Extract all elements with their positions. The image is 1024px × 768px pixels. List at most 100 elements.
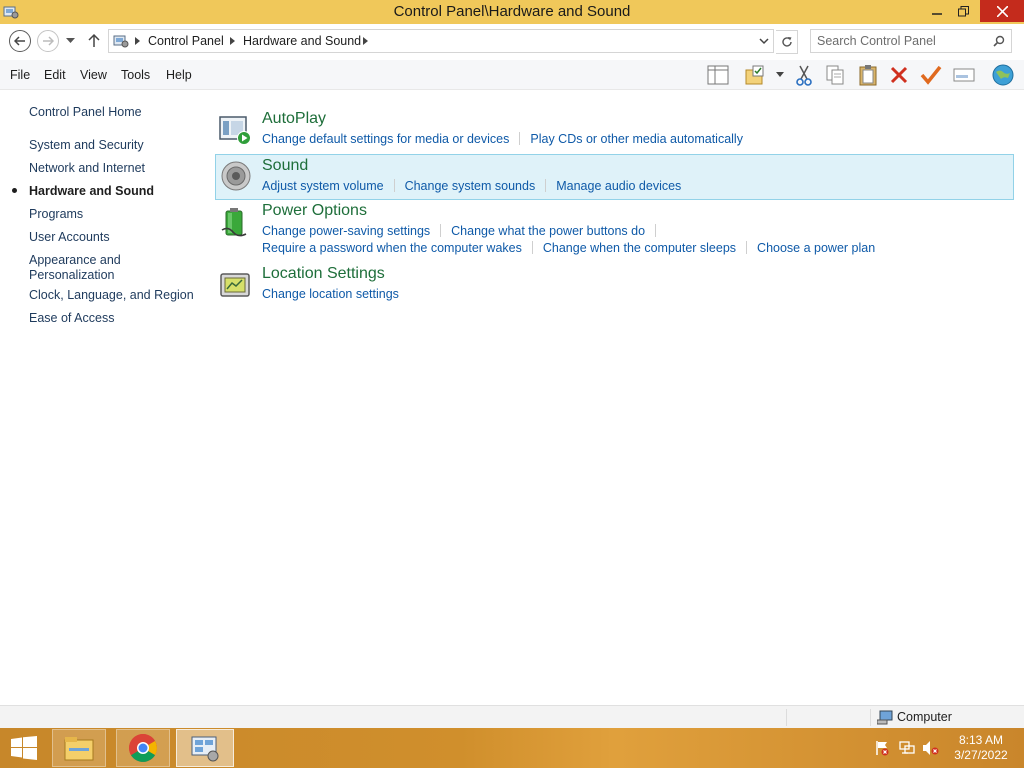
up-arrow-icon[interactable] xyxy=(88,33,100,47)
taskbar-chrome[interactable] xyxy=(116,729,170,767)
address-dropdown-icon[interactable] xyxy=(759,38,769,45)
taskbar-control-panel[interactable] xyxy=(176,729,234,767)
link-change-location-settings[interactable]: Change location settings xyxy=(262,287,399,301)
paste-button[interactable] xyxy=(855,63,881,87)
cut-button[interactable] xyxy=(791,63,817,87)
clock-date: 3/27/2022 xyxy=(954,748,1008,762)
layout-pane-button[interactable] xyxy=(705,63,731,87)
start-button[interactable] xyxy=(0,729,48,767)
copy-button[interactable] xyxy=(822,63,848,87)
link-require-password-on-wake[interactable]: Require a password when the computer wak… xyxy=(262,241,522,255)
windows-logo-icon xyxy=(11,736,37,760)
breadcrumb-chevron-icon[interactable] xyxy=(135,37,140,45)
category-power-options: Power Options Change power-saving settin… xyxy=(215,200,1014,260)
file-explorer-icon xyxy=(64,737,94,761)
breadcrumb-chevron-icon[interactable] xyxy=(230,37,235,45)
close-button[interactable] xyxy=(980,0,1024,22)
nav-system-and-security[interactable]: System and Security xyxy=(29,138,144,153)
category-sound: Sound Adjust system volume Change system … xyxy=(215,154,1014,200)
paste-icon xyxy=(859,65,877,86)
breadcrumb-chevron-icon[interactable] xyxy=(363,37,368,45)
globe-button[interactable] xyxy=(990,63,1016,87)
autoplay-icon xyxy=(219,116,251,145)
folder-options-button[interactable] xyxy=(742,63,768,87)
menu-view[interactable]: View xyxy=(80,68,107,82)
back-button[interactable] xyxy=(9,30,31,52)
speaker-icon xyxy=(221,161,251,191)
nav-clock-language-region[interactable]: Clock, Language, and Region xyxy=(29,288,194,303)
link-change-system-sounds[interactable]: Change system sounds xyxy=(405,179,536,193)
link-separator xyxy=(746,241,748,254)
menu-file[interactable]: File xyxy=(10,68,30,82)
apply-button[interactable] xyxy=(918,63,944,87)
location-device-icon xyxy=(220,273,250,297)
chrome-icon xyxy=(129,734,157,762)
network-icon[interactable] xyxy=(898,740,916,756)
window-title: Control Panel\Hardware and Sound xyxy=(393,3,631,20)
link-change-power-buttons[interactable]: Change what the power buttons do xyxy=(451,224,645,238)
nav-appearance-line2: Personalization xyxy=(29,268,115,282)
link-separator xyxy=(655,224,657,237)
menu-help[interactable]: Help xyxy=(166,68,192,82)
link-manage-audio-devices[interactable]: Manage audio devices xyxy=(556,179,681,193)
link-change-power-saving-settings[interactable]: Change power-saving settings xyxy=(262,224,430,238)
breadcrumb-hardware-and-sound[interactable]: Hardware and Sound xyxy=(243,34,361,48)
search-input[interactable] xyxy=(817,33,987,49)
category-title-power-options[interactable]: Power Options xyxy=(262,202,367,220)
link-choose-power-plan[interactable]: Choose a power plan xyxy=(757,241,875,255)
delete-button[interactable] xyxy=(886,63,912,87)
current-location-bullet xyxy=(12,188,17,193)
minimize-button[interactable] xyxy=(924,0,950,22)
folder-options-dropdown-icon[interactable] xyxy=(776,72,784,77)
back-arrow-icon xyxy=(14,36,25,46)
delete-icon xyxy=(890,66,908,84)
restore-button[interactable] xyxy=(950,0,976,22)
properties-icon xyxy=(953,68,975,82)
title-bar: Control Panel\Hardware and Sound xyxy=(0,0,1024,24)
nav-hardware-and-sound[interactable]: Hardware and Sound xyxy=(29,184,154,199)
category-title-location-settings[interactable]: Location Settings xyxy=(262,265,385,283)
computer-icon xyxy=(877,710,893,725)
volume-muted-icon[interactable] xyxy=(922,740,940,756)
status-divider xyxy=(870,709,871,726)
category-location-settings: Location Settings Change location settin… xyxy=(215,263,1014,305)
control-panel-icon xyxy=(191,736,219,762)
search-icon[interactable] xyxy=(993,35,1005,47)
folder-options-icon xyxy=(745,65,764,85)
nav-programs[interactable]: Programs xyxy=(29,207,83,222)
menu-tools[interactable]: Tools xyxy=(121,68,150,82)
breadcrumb-control-panel[interactable]: Control Panel xyxy=(148,34,224,48)
link-separator xyxy=(440,224,442,237)
refresh-icon xyxy=(781,37,792,47)
refresh-button[interactable] xyxy=(776,30,798,54)
forward-arrow-icon xyxy=(43,36,54,46)
control-panel-small-icon xyxy=(113,35,129,48)
properties-button[interactable] xyxy=(951,63,977,87)
nav-ease-of-access[interactable]: Ease of Access xyxy=(29,311,114,326)
status-bar: Computer xyxy=(0,705,1024,728)
battery-icon xyxy=(221,208,247,237)
search-box[interactable] xyxy=(810,29,1012,53)
nav-network-and-internet[interactable]: Network and Internet xyxy=(29,161,145,176)
category-title-sound[interactable]: Sound xyxy=(262,157,308,175)
link-change-when-computer-sleeps[interactable]: Change when the computer sleeps xyxy=(543,241,736,255)
link-play-cds-automatically[interactable]: Play CDs or other media automatically xyxy=(530,132,743,146)
action-center-flag-icon[interactable] xyxy=(874,740,890,756)
layout-pane-icon xyxy=(707,65,729,85)
close-icon xyxy=(996,5,1008,17)
taskbar: 8:13 AM 3/27/2022 xyxy=(0,728,1024,768)
globe-icon xyxy=(992,64,1014,86)
recent-locations-dropdown-icon[interactable] xyxy=(66,38,75,44)
forward-button[interactable] xyxy=(37,30,59,52)
link-adjust-system-volume[interactable]: Adjust system volume xyxy=(262,179,384,193)
nav-user-accounts[interactable]: User Accounts xyxy=(29,230,110,245)
taskbar-file-explorer[interactable] xyxy=(52,729,106,767)
category-title-autoplay[interactable]: AutoPlay xyxy=(262,110,326,128)
nav-appearance-and-personalization[interactable]: Appearance and Personalization xyxy=(29,253,121,283)
menu-edit[interactable]: Edit xyxy=(44,68,66,82)
nav-control-panel-home[interactable]: Control Panel Home xyxy=(29,105,142,120)
copy-icon xyxy=(826,65,844,85)
address-bar[interactable]: Control Panel Hardware and Sound xyxy=(108,29,774,53)
system-clock[interactable]: 8:13 AM 3/27/2022 xyxy=(948,733,1014,763)
link-change-default-settings[interactable]: Change default settings for media or dev… xyxy=(262,132,509,146)
